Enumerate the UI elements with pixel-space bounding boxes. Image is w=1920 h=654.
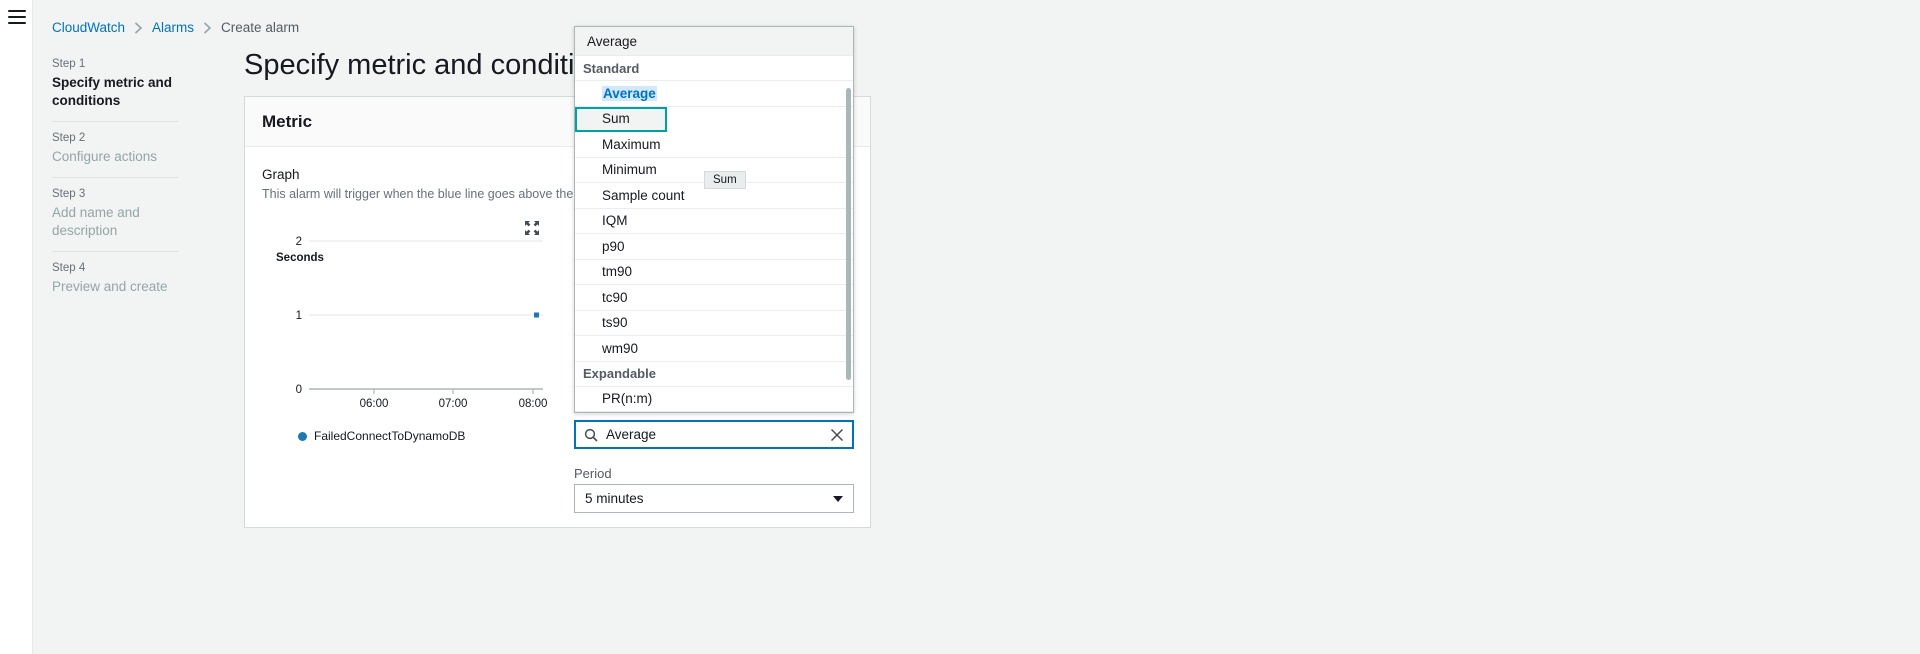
svg-text:2: 2 <box>296 236 302 248</box>
chevron-right-icon-2 <box>203 22 212 34</box>
sidebar-step-3[interactable]: Step 3 Add name and description <box>52 178 180 240</box>
page-root: CloudWatch Alarms Create alarm Step 1 Sp… <box>0 0 1920 654</box>
sidebar-step-2[interactable]: Step 2 Configure actions <box>52 122 180 166</box>
left-rail <box>0 0 33 654</box>
dropdown-group-expandable: Expandable <box>575 362 853 387</box>
svg-text:06:00: 06:00 <box>360 398 389 410</box>
legend-label: FailedConnectToDynamoDB <box>314 429 466 443</box>
breadcrumb-item-create-alarm: Create alarm <box>221 20 300 35</box>
svg-text:0: 0 <box>296 384 302 396</box>
chevron-right-icon <box>134 22 143 34</box>
metric-card-title: Metric <box>262 111 313 131</box>
hamburger-icon[interactable] <box>8 10 26 24</box>
dropdown-option-ts90[interactable]: ts90 <box>575 311 853 336</box>
dropdown-option-pr-n-m[interactable]: PR(n:m) <box>575 387 853 412</box>
step-1-title: Specify metric and conditions <box>52 75 173 108</box>
dropdown-option-average[interactable]: Average <box>575 81 853 107</box>
chevron-down-icon <box>833 495 843 502</box>
step-3-number: Step 3 <box>52 188 86 200</box>
period-select-value: 5 minutes <box>585 491 644 506</box>
statistic-dropdown-selected-value[interactable]: Average <box>575 27 853 56</box>
sidebar-step-4[interactable]: Step 4 Preview and create <box>52 252 180 296</box>
chart-legend: FailedConnectToDynamoDB <box>298 429 465 443</box>
period-select[interactable]: 5 minutes <box>574 484 854 513</box>
step-2-number: Step 2 <box>52 132 86 144</box>
svg-text:07:00: 07:00 <box>439 398 468 410</box>
statistic-search-field[interactable] <box>574 420 854 449</box>
step-2-title: Configure actions <box>52 149 158 164</box>
svg-text:1: 1 <box>296 310 302 322</box>
search-input[interactable] <box>606 427 830 442</box>
dropdown-tooltip: Sum <box>704 171 746 189</box>
statistic-dropdown-list: Standard Average Sum Maximum Minimum Sam… <box>575 56 853 412</box>
step-1-number: Step 1 <box>52 58 86 70</box>
step-4-number: Step 4 <box>52 262 86 274</box>
sidebar-step-1[interactable]: Step 1 Specify metric and conditions <box>52 48 180 110</box>
dropdown-option-wm90[interactable]: wm90 <box>575 336 853 362</box>
dropdown-option-tc90[interactable]: tc90 <box>575 285 853 311</box>
breadcrumb-item-cloudwatch[interactable]: CloudWatch <box>52 20 125 36</box>
svg-text:08:00: 08:00 <box>519 398 548 410</box>
period-label: Period <box>574 466 612 481</box>
step-3-title: Add name and description <box>52 205 140 238</box>
dropdown-group-standard: Standard <box>575 56 853 81</box>
clear-icon[interactable] <box>830 428 844 442</box>
step-4-title: Preview and create <box>52 279 168 294</box>
search-icon <box>584 428 598 442</box>
dropdown-option-tm90[interactable]: tm90 <box>575 260 853 285</box>
dropdown-option-iqm[interactable]: IQM <box>575 209 853 234</box>
steps-sidebar: Step 1 Specify metric and conditions Ste… <box>52 48 180 296</box>
legend-swatch-icon <box>298 431 307 441</box>
dropdown-option-p90[interactable]: p90 <box>575 234 853 260</box>
dropdown-option-sum[interactable]: Sum <box>575 106 667 132</box>
page-title: Specify metric and conditions <box>244 49 622 81</box>
statistic-dropdown: Average Standard Average Sum Maximum Min… <box>574 26 854 413</box>
breadcrumb-item-alarms[interactable]: Alarms <box>152 20 194 36</box>
breadcrumb: CloudWatch Alarms Create alarm <box>52 20 299 36</box>
dropdown-scrollbar[interactable] <box>846 88 851 380</box>
dropdown-option-maximum[interactable]: Maximum <box>575 132 853 158</box>
